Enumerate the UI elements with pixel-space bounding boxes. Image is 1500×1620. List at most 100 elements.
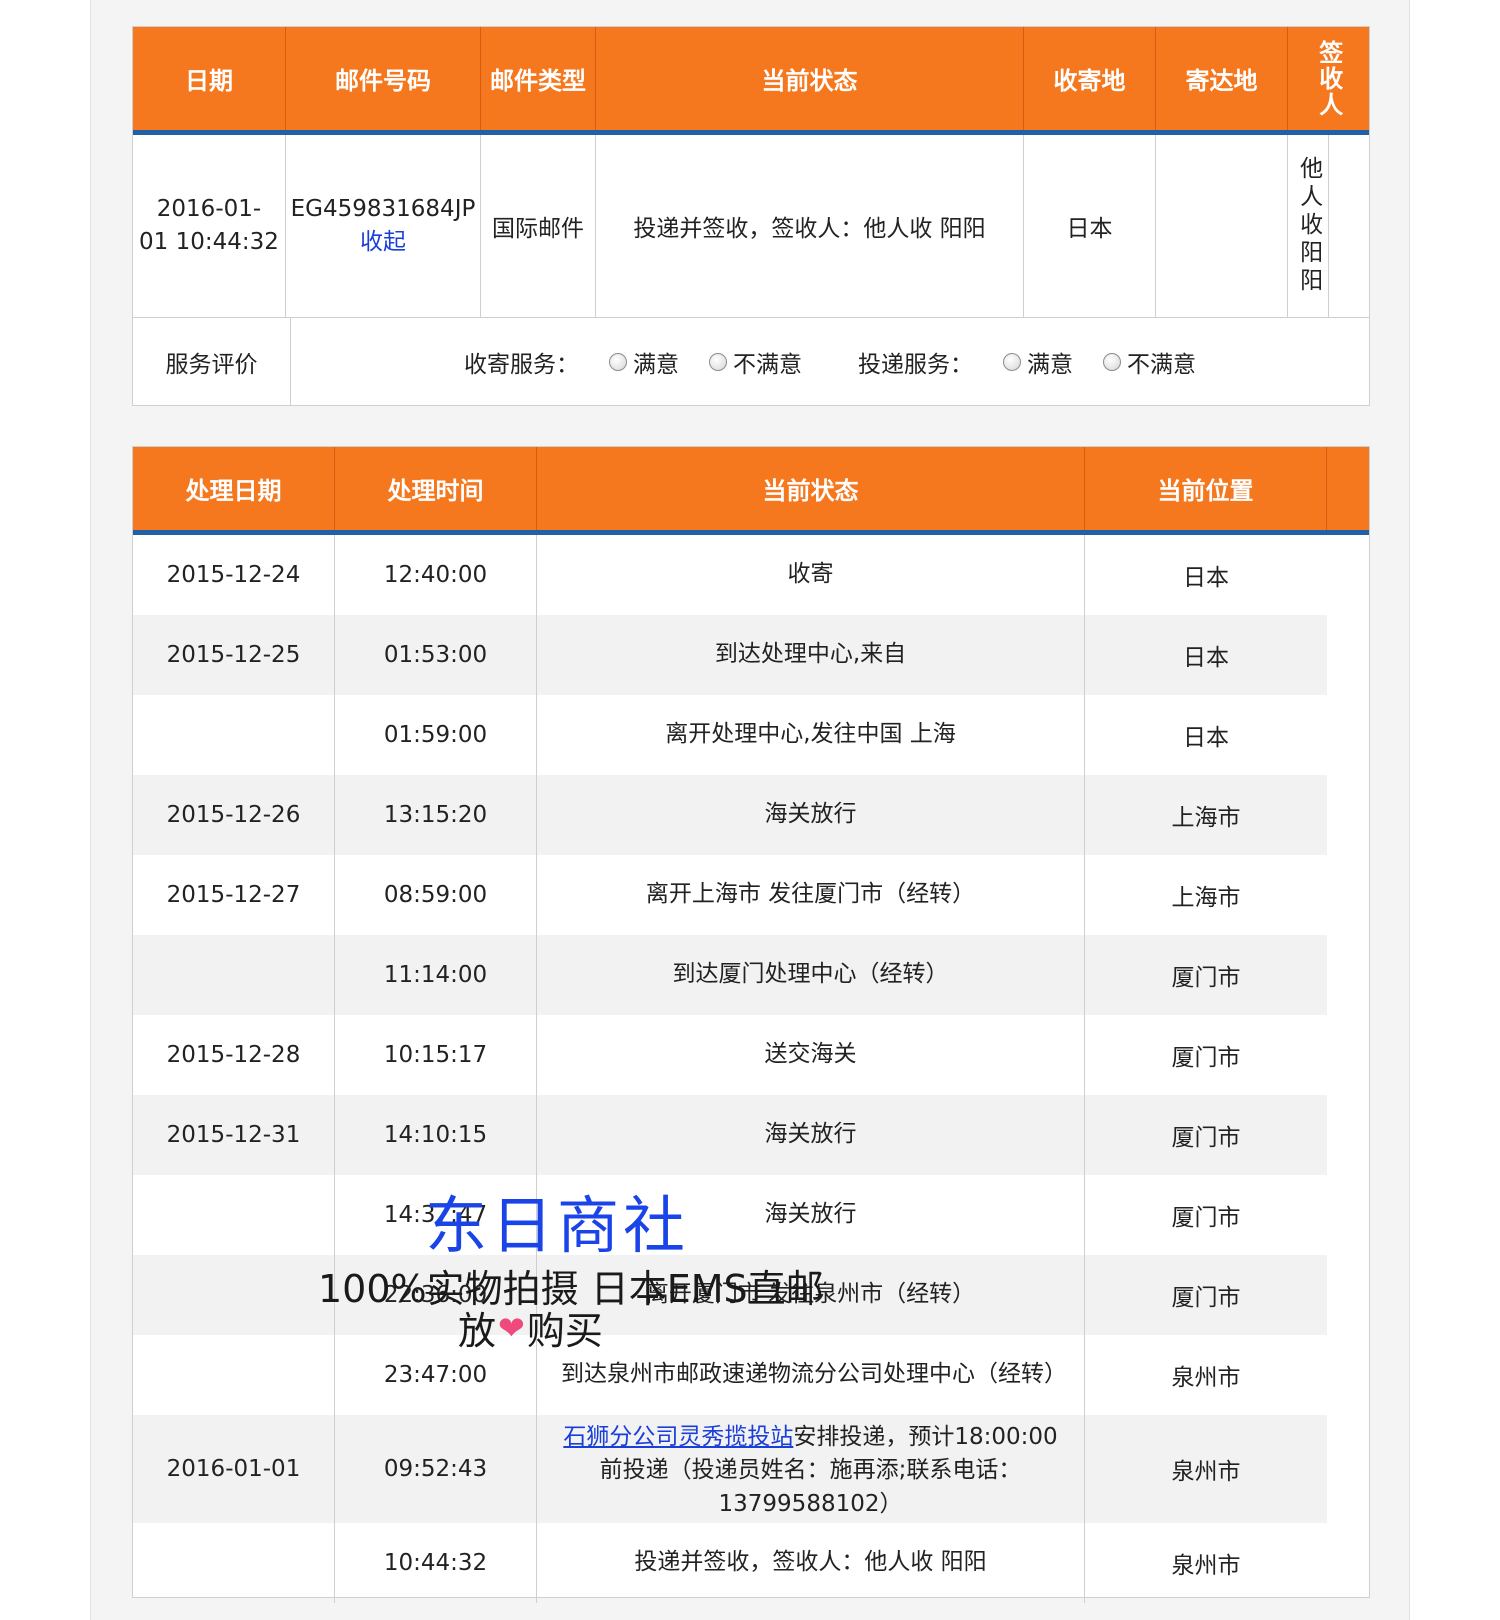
summary-header-row: 日期 邮件号码 邮件类型 当前状态 收寄地 寄达地 签收人	[133, 27, 1369, 135]
pickup-service-label: 收寄服务：	[464, 351, 579, 378]
row-status: 投递并签收，签收人：他人收 阳阳	[537, 1523, 1085, 1603]
row-time: 22:36:00	[335, 1255, 537, 1335]
row-date	[133, 1175, 335, 1255]
delivery-unsatisfied-option[interactable]: 不满意	[1103, 345, 1196, 379]
header-tracking-number: 邮件号码	[286, 27, 481, 130]
row-date: 2015-12-31	[133, 1095, 335, 1175]
row-blank	[1327, 1095, 1369, 1175]
row-status: 海关放行	[537, 1175, 1085, 1255]
tracking-header-row: 处理日期 处理时间 当前状态 当前位置	[133, 447, 1369, 535]
table-row: 14:37:47 海关放行 厦门市	[133, 1175, 1369, 1255]
cell-origin: 日本	[1024, 135, 1156, 317]
header-signer-label: 签收人	[1314, 39, 1343, 118]
row-location: 泉州市	[1085, 1415, 1327, 1523]
delivery-unsatisfied-radio[interactable]	[1103, 352, 1121, 371]
header-destination: 寄达地	[1156, 27, 1288, 130]
row-location: 泉州市	[1171, 1365, 1241, 1391]
row-blank	[1327, 1175, 1369, 1255]
delivery-satisfied-radio[interactable]	[1003, 352, 1021, 371]
row-date: 2016-01-01	[133, 1415, 335, 1523]
pickup-satisfied-radio[interactable]	[609, 352, 627, 371]
row-date: 2015-12-28	[133, 1015, 335, 1095]
pickup-unsatisfied-option[interactable]: 不满意	[709, 345, 802, 379]
pickup-unsatisfied-radio[interactable]	[709, 352, 727, 371]
table-row: 22:36:00 离开厦门市 发往泉州市（经转） 厦门市	[133, 1255, 1369, 1335]
row-location: 日本	[1085, 615, 1327, 695]
table-row: 2015-12-25 01:53:00 到达处理中心,来自 日本	[133, 615, 1369, 695]
row-time: 08:59:00	[335, 855, 537, 935]
table-row: 2016-01-01 09:52:43 石狮分公司灵秀揽投站安排投递，预计18:…	[133, 1415, 1369, 1523]
delivery-station-link[interactable]: 石狮分公司灵秀揽投站	[563, 1424, 793, 1450]
row-date	[133, 1335, 335, 1415]
pickup-unsatisfied-label: 不满意	[733, 351, 802, 378]
header-current-status: 当前状态	[596, 27, 1024, 130]
delivery-satisfied-label: 满意	[1027, 351, 1073, 378]
row-blank	[1327, 935, 1369, 1015]
table-row: 11:14:00 到达厦门处理中心（经转） 厦门市	[133, 935, 1369, 1015]
pickup-rating-group: 收寄服务： 满意 不满意	[464, 345, 802, 379]
pickup-satisfied-option[interactable]: 满意	[609, 345, 679, 379]
cell-current-status: 投递并签收，签收人：他人收 阳阳	[596, 135, 1024, 317]
collapse-link[interactable]: 收起	[360, 226, 406, 259]
row-blank	[1327, 695, 1369, 775]
row-status: 收寄	[537, 535, 1085, 615]
row-location: 上海市	[1085, 775, 1327, 855]
service-rating-row: 服务评价 收寄服务： 满意 不满意 投递服务： 满意 不满意	[133, 318, 1369, 405]
row-status: 离开处理中心,发往中国 上海	[537, 695, 1085, 775]
cell-tracking-number: EG459831684JP 收起	[286, 135, 481, 317]
row-time: 14:37:47	[335, 1175, 537, 1255]
date-line1: 2016-01-	[156, 195, 262, 222]
cell-signer: 他人收阳阳	[1288, 135, 1329, 317]
cell-destination	[1156, 135, 1288, 317]
tracking-number: EG459831684JP	[290, 195, 476, 222]
delivery-rating-group: 投递服务： 满意 不满意	[858, 345, 1196, 379]
row-status: 到达厦门处理中心（经转）	[537, 935, 1085, 1015]
header-location: 当前位置	[1085, 447, 1327, 530]
row-date: 2015-12-25	[133, 615, 335, 695]
row-blank	[1327, 1015, 1369, 1095]
header-process-date: 处理日期	[133, 447, 335, 530]
pickup-satisfied-label: 满意	[633, 351, 679, 378]
cell-date: 2016-01- 01 10:44:32	[133, 135, 286, 317]
row-date: 2015-12-27	[133, 855, 335, 935]
row-status: 离开上海市 发往厦门市（经转）	[537, 855, 1085, 935]
service-rating-label: 服务评价	[133, 318, 291, 405]
row-time: 01:53:00	[335, 615, 537, 695]
header-status: 当前状态	[537, 447, 1085, 530]
table-row: 2015-12-28 10:15:17 送交海关 厦门市	[133, 1015, 1369, 1095]
table-row: 2015-12-27 08:59:00 离开上海市 发往厦门市（经转） 上海市	[133, 855, 1369, 935]
row-location: 上海市	[1171, 885, 1241, 911]
header-blank	[1327, 447, 1369, 530]
delivery-satisfied-option[interactable]: 满意	[1003, 345, 1073, 379]
row-location: 日本	[1183, 565, 1229, 591]
row-blank	[1327, 1523, 1369, 1603]
header-date: 日期	[133, 27, 286, 130]
summary-data-row: 2016-01- 01 10:44:32 EG459831684JP 收起 国际…	[133, 135, 1369, 318]
mail-summary-table: 日期 邮件号码 邮件类型 当前状态 收寄地 寄达地 签收人 2016-01- 0…	[132, 26, 1370, 406]
header-signer: 签收人	[1288, 27, 1369, 130]
tracking-history-table: 处理日期 处理时间 当前状态 当前位置 2015-12-24 12:40:00 …	[132, 446, 1370, 1603]
table-row: 2015-12-24 12:40:00 收寄 日本	[133, 535, 1369, 615]
row-time: 10:44:32	[335, 1523, 537, 1603]
row-blank	[1327, 775, 1369, 855]
header-origin: 收寄地	[1024, 27, 1156, 130]
signer-name: 他人收阳阳	[1295, 156, 1322, 296]
row-location: 厦门市	[1085, 1255, 1327, 1335]
table-row: 01:59:00 离开处理中心,发往中国 上海 日本	[133, 695, 1369, 775]
row-date	[133, 1523, 335, 1603]
row-date: 2015-12-26	[133, 775, 335, 855]
row-time: 12:40:00	[335, 535, 537, 615]
row-status: 石狮分公司灵秀揽投站安排投递，预计18:00:00前投递（投递员姓名：施再添;联…	[537, 1415, 1085, 1523]
date-line2: 01 10:44:32	[139, 229, 279, 255]
row-location: 厦门市	[1085, 1095, 1327, 1175]
row-blank	[1327, 855, 1369, 935]
row-time: 13:15:20	[335, 775, 537, 855]
row-time: 10:15:17	[335, 1015, 537, 1095]
row-date	[133, 935, 335, 1015]
row-blank	[1327, 615, 1369, 695]
row-location: 厦门市	[1171, 1045, 1241, 1071]
delivery-unsatisfied-label: 不满意	[1127, 351, 1196, 378]
table-row: 23:47:00 到达泉州市邮政速递物流分公司处理中心（经转） 泉州市	[133, 1335, 1369, 1415]
header-mail-type: 邮件类型	[481, 27, 596, 130]
row-location: 泉州市	[1171, 1553, 1241, 1579]
